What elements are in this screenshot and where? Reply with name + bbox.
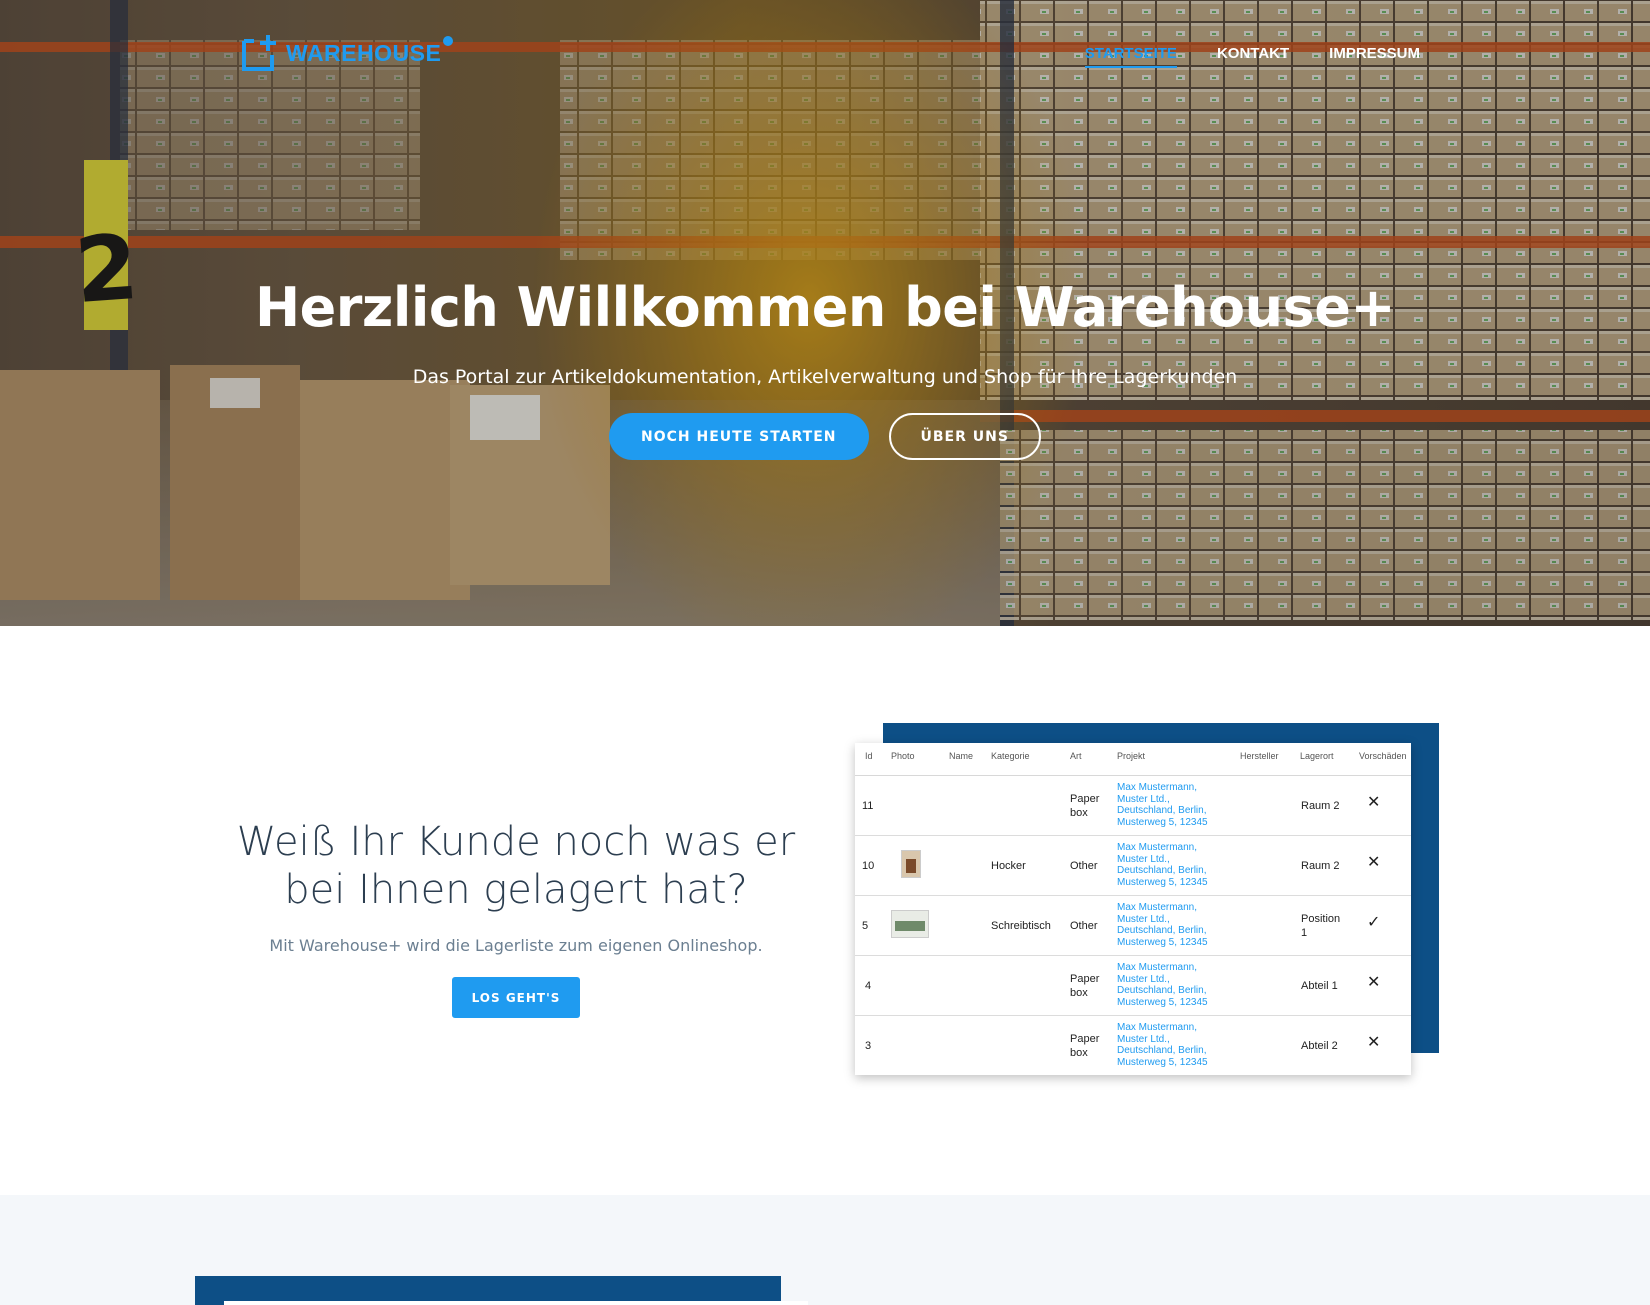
projekt-line: Max Mustermann, [1117,782,1198,793]
cell-art: Paper box [1070,1032,1099,1060]
projekt-line: Musterweg 5, 12345 [1117,936,1208,948]
cell-id: 3 [865,1040,872,1052]
projekt-line: Musterweg 5, 12345 [1117,996,1208,1008]
desk-image [895,921,925,931]
feature-text-block: Weiß Ihr Kunde noch was er bei Ihnen gel… [216,818,816,1018]
cell-kategorie: Hocker [991,860,1026,872]
col-id: Id [865,751,873,761]
cell-art-line1: Paper [1070,1033,1100,1045]
cell-art-line2: box [1070,1047,1088,1059]
cell-art-line2: box [1070,807,1088,819]
col-hersteller: Hersteller [1240,751,1279,761]
col-lagerort: Lagerort [1300,751,1334,761]
projekt-line: Max Mustermann, [1117,962,1198,973]
lagerort-line1: Position [1301,913,1341,925]
hero-section: 2 WAREHOUSE STARTSEITE KONTAKT IMPRESSUM… [0,0,1650,626]
cell-lagerort: Position 1 [1301,912,1340,940]
cell-projekt[interactable]: Max Mustermann, Muster Ltd., Deutschland… [1117,962,1208,1008]
projekt-line: Muster Ltd., [1117,913,1170,925]
cell-lagerort: Abteil 1 [1301,980,1338,992]
check-icon: ✓ [1367,914,1381,931]
projekt-line: Musterweg 5, 12345 [1117,876,1208,888]
start-today-button[interactable]: NOCH HEUTE STARTEN [609,413,869,460]
col-projekt: Projekt [1117,751,1146,761]
lagerort-line2: 1 [1301,927,1308,939]
projekt-line: Max Mustermann, [1117,902,1198,913]
feature-heading-line1: Weiß Ihr Kunde noch was er [236,819,796,865]
projekt-line: Muster Ltd., [1117,973,1170,985]
projekt-line: Muster Ltd., [1117,1033,1170,1045]
projekt-line: Deutschland, Berlin, [1117,865,1207,876]
projekt-line: Muster Ltd., [1117,853,1170,865]
close-icon: ✕ [1367,974,1381,991]
projekt-line: Deutschland, Berlin, [1117,805,1207,816]
cell-id: 4 [865,980,872,992]
close-icon: ✕ [1367,794,1381,811]
cell-id: 5 [862,920,869,932]
projekt-line: Deutschland, Berlin, [1117,925,1207,936]
col-vorschaeden: Vorschäden [1359,751,1407,761]
nav-impressum[interactable]: IMPRESSUM [1329,45,1420,68]
table-header: Id Photo Name Kategorie Art Projekt Hers… [855,743,1411,776]
col-photo: Photo [891,751,915,761]
table-row[interactable]: 11 Paper box Max Mustermann, Muster Ltd.… [855,776,1411,836]
cell-art-line1: Paper [1070,973,1100,985]
cell-art: Paper box [1070,792,1099,820]
close-icon: ✕ [1367,854,1381,871]
col-name: Name [949,751,974,761]
cell-lagerort: Raum 2 [1301,800,1340,812]
projekt-line: Muster Ltd., [1117,793,1170,805]
product-photo-thumbnail[interactable] [891,910,929,938]
feature-heading: Weiß Ihr Kunde noch was er bei Ihnen gel… [216,818,816,914]
registered-mark-icon [443,36,454,46]
projekt-line: Deutschland, Berlin, [1117,1045,1207,1056]
hero-title: Herzlich Willkommen bei Warehouse+ [254,276,1396,339]
cell-kategorie: Schreibtisch [991,920,1051,932]
cell-projekt[interactable]: Max Mustermann, Muster Ltd., Deutschland… [1117,902,1208,948]
nav-startseite[interactable]: STARTSEITE [1084,45,1177,68]
projekt-line: Musterweg 5, 12345 [1117,816,1208,828]
table-row[interactable]: 10 Hocker Other Max Mustermann, Muster L… [855,836,1411,896]
cell-art: Paper box [1070,972,1099,1000]
cell-art: Other [1070,860,1098,872]
col-art: Art [1070,751,1082,761]
projekt-line: Max Mustermann, [1117,842,1198,853]
next-screenshot-card [224,1301,808,1305]
product-photo-thumbnail[interactable] [901,850,921,878]
table-row[interactable]: 4 Paper box Max Mustermann, Muster Ltd.,… [855,956,1411,1016]
brand-logo[interactable]: WAREHOUSE [240,33,454,73]
cell-projekt[interactable]: Max Mustermann, Muster Ltd., Deutschland… [1117,842,1208,888]
col-kategorie: Kategorie [991,751,1030,761]
inventory-table-screenshot: Id Photo Name Kategorie Art Projekt Hers… [855,743,1411,1075]
cell-id: 11 [862,800,874,812]
feature-subtext: Mit Warehouse+ wird die Lagerliste zum e… [269,936,763,955]
cell-art: Other [1070,920,1098,932]
projekt-line: Deutschland, Berlin, [1117,985,1207,996]
cell-projekt[interactable]: Max Mustermann, Muster Ltd., Deutschland… [1117,1022,1208,1068]
get-started-button[interactable]: LOS GEHT'S [452,977,580,1018]
hero-subtitle: Das Portal zur Artikeldokumentation, Art… [412,366,1238,388]
nav-kontakt[interactable]: KONTAKT [1217,45,1289,68]
projekt-line: Max Mustermann, [1117,1022,1198,1033]
close-icon: ✕ [1367,1034,1381,1051]
table-row[interactable]: 3 Paper box Max Mustermann, Muster Ltd.,… [855,1016,1411,1075]
chair-image [906,859,916,873]
cell-lagerort: Raum 2 [1301,860,1340,872]
cell-lagerort: Abteil 2 [1301,1040,1338,1052]
feature-heading-line2: bei Ihnen gelagert hat? [284,867,748,913]
cell-art-line2: box [1070,987,1088,999]
cell-id: 10 [862,860,875,872]
warehouse-logo-icon [242,35,276,71]
hero-buttons: NOCH HEUTE STARTEN ÜBER UNS [0,413,1650,460]
cell-projekt[interactable]: Max Mustermann, Muster Ltd., Deutschland… [1117,782,1208,828]
projekt-line: Musterweg 5, 12345 [1117,1056,1208,1068]
cell-art-line1: Paper [1070,793,1100,805]
table-row[interactable]: 5 Schreibtisch Other Max Mustermann, Mus… [855,896,1411,956]
main-nav: STARTSEITE KONTAKT IMPRESSUM [1084,45,1420,68]
about-us-button[interactable]: ÜBER UNS [888,413,1041,460]
brand-name: WAREHOUSE [286,39,442,66]
